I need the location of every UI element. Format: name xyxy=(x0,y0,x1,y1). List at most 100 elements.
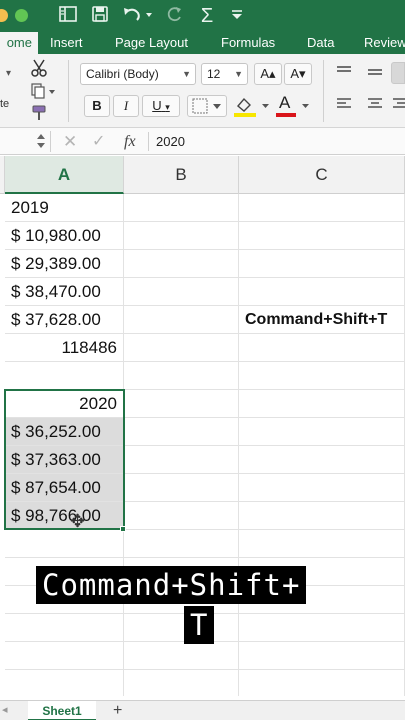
cell-c5[interactable]: Command+Shift+T xyxy=(239,306,405,334)
cell-a9[interactable]: $ 36,252.00 xyxy=(5,418,124,446)
cell-a2[interactable]: $ 10,980.00 xyxy=(5,222,124,250)
zoom-window-button[interactable] xyxy=(15,9,28,22)
grid-cell[interactable] xyxy=(5,670,124,696)
enter-formula-icon[interactable]: ✓ xyxy=(92,128,105,155)
grid-cell[interactable] xyxy=(239,250,405,278)
grid-cell[interactable] xyxy=(5,362,124,390)
grid-cell[interactable] xyxy=(5,530,124,558)
align-right-button[interactable] xyxy=(391,94,405,116)
sheet-tab-sheet1[interactable]: Sheet1 xyxy=(28,701,96,720)
grid-cell[interactable] xyxy=(239,642,405,670)
grid-cell[interactable] xyxy=(124,642,239,670)
grid-cell[interactable] xyxy=(239,418,405,446)
align-top-icon xyxy=(337,66,351,72)
grid-cell[interactable] xyxy=(124,222,239,250)
grid-cell[interactable] xyxy=(5,614,124,642)
formula-input[interactable]: 2020 xyxy=(156,128,401,155)
align-top-button[interactable] xyxy=(331,62,357,84)
name-box-stepper[interactable] xyxy=(36,131,46,156)
cell-a1[interactable]: 2019 xyxy=(5,194,124,222)
font-size-select[interactable]: 12 ▼ xyxy=(201,63,248,85)
grid-cell[interactable] xyxy=(239,614,405,642)
cut-icon[interactable] xyxy=(29,58,49,83)
grid-cell[interactable] xyxy=(124,306,239,334)
fill-color-icon xyxy=(234,97,269,117)
fill-handle[interactable] xyxy=(120,526,126,532)
cancel-formula-icon[interactable]: ✕ xyxy=(63,128,77,155)
format-painter-icon[interactable] xyxy=(31,104,49,127)
grid-cell[interactable] xyxy=(239,194,405,222)
grid-cell[interactable] xyxy=(124,362,239,390)
highlight-color-button[interactable] xyxy=(232,94,272,118)
minimize-window-button[interactable] xyxy=(0,9,8,22)
grid-cell[interactable] xyxy=(124,502,239,530)
grid-cell[interactable] xyxy=(124,446,239,474)
paste-dropdown-icon[interactable]: ▾ xyxy=(6,68,11,79)
chevron-down-icon: ▾ xyxy=(165,102,170,112)
grid-cell[interactable] xyxy=(239,474,405,502)
grid-cell[interactable] xyxy=(5,642,124,670)
grid-cell[interactable] xyxy=(124,474,239,502)
cell-a12[interactable]: $ 98,766.00 xyxy=(5,502,124,530)
grid-cell[interactable] xyxy=(239,670,405,696)
tab-home[interactable]: ome xyxy=(0,32,38,54)
save-icon[interactable] xyxy=(90,4,112,28)
font-color-button[interactable]: A xyxy=(274,94,312,118)
redo-icon[interactable] xyxy=(165,4,185,28)
bold-button[interactable]: B xyxy=(84,95,110,117)
grid-cell[interactable] xyxy=(124,418,239,446)
grid-cell[interactable] xyxy=(124,194,239,222)
column-header-c[interactable]: C xyxy=(239,156,405,194)
grid-cell[interactable] xyxy=(239,502,405,530)
grid-cell[interactable] xyxy=(124,614,239,642)
column-header-a[interactable]: A xyxy=(5,156,124,194)
shrink-font-button[interactable]: A▾ xyxy=(284,63,312,85)
tab-page-layout[interactable]: Page Layout xyxy=(115,32,188,54)
grid-cell[interactable] xyxy=(124,530,239,558)
grid-cell[interactable] xyxy=(124,250,239,278)
column-header-b[interactable]: B xyxy=(124,156,239,194)
tab-insert[interactable]: Insert xyxy=(50,32,83,54)
grid-cell[interactable] xyxy=(239,362,405,390)
grow-font-button[interactable]: A▴ xyxy=(254,63,282,85)
grid-cell[interactable] xyxy=(124,670,239,696)
grid-cell[interactable] xyxy=(239,334,405,362)
grid-cell[interactable] xyxy=(239,390,405,418)
tab-review[interactable]: Review xyxy=(364,32,405,54)
underline-button[interactable]: U ▾ xyxy=(142,95,180,117)
sidebar-icon[interactable] xyxy=(58,4,80,28)
chevron-down-icon: ▼ xyxy=(234,69,243,79)
cell-a8[interactable]: 2020 xyxy=(5,390,124,418)
scroll-left-icon[interactable]: ◂ xyxy=(2,703,8,716)
cell-a3[interactable]: $ 29,389.00 xyxy=(5,250,124,278)
grid-cell[interactable] xyxy=(239,446,405,474)
insert-function-button[interactable]: fx xyxy=(124,128,136,155)
grid-cell[interactable] xyxy=(239,530,405,558)
grid-cell[interactable] xyxy=(124,334,239,362)
borders-button[interactable] xyxy=(187,95,227,117)
grid-cell[interactable] xyxy=(124,390,239,418)
tab-formulas[interactable]: Formulas xyxy=(221,32,275,54)
add-sheet-button[interactable]: + xyxy=(113,701,122,720)
autosum-icon[interactable]: Σ xyxy=(197,4,217,28)
copy-icon[interactable] xyxy=(30,82,56,105)
cell-a4[interactable]: $ 38,470.00 xyxy=(5,278,124,306)
tab-data[interactable]: Data xyxy=(307,32,334,54)
cell-a10[interactable]: $ 37,363.00 xyxy=(5,446,124,474)
align-left-button[interactable] xyxy=(331,94,357,116)
italic-button[interactable]: I xyxy=(113,95,139,117)
align-bottom-button[interactable] xyxy=(391,62,405,84)
align-middle-button[interactable] xyxy=(362,62,388,84)
cell-a6[interactable]: 118486 xyxy=(5,334,124,362)
undo-icon[interactable] xyxy=(121,4,155,28)
font-name-select[interactable]: Calibri (Body) ▼ xyxy=(80,63,196,85)
align-middle-icon xyxy=(368,69,382,75)
grid-cell[interactable] xyxy=(124,278,239,306)
customize-toolbar-icon[interactable] xyxy=(229,4,249,28)
align-center-button[interactable] xyxy=(362,94,388,116)
cell-a5[interactable]: $ 37,628.00 xyxy=(5,306,124,334)
grid-cell[interactable] xyxy=(239,222,405,250)
cell-a11[interactable]: $ 87,654.00 xyxy=(5,474,124,502)
borders-icon xyxy=(192,98,221,114)
grid-cell[interactable] xyxy=(239,278,405,306)
